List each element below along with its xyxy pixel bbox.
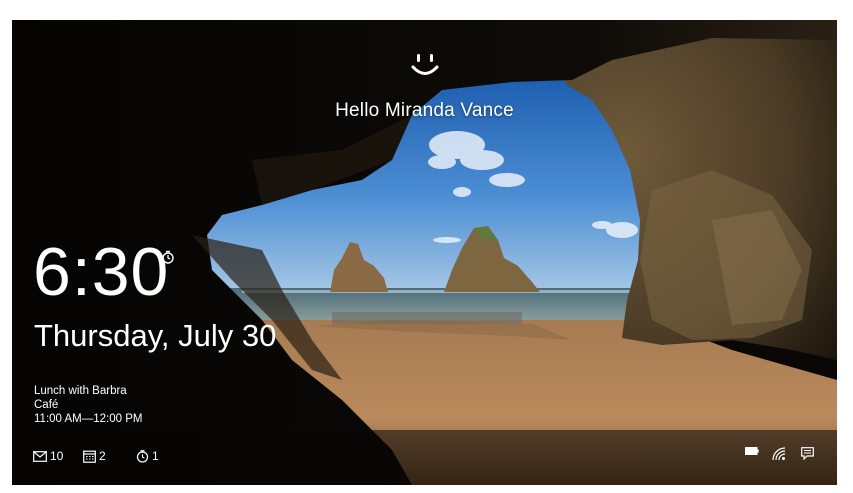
mail-count: 10 [50, 449, 64, 463]
calendar-icon [83, 450, 96, 463]
calendar-notification[interactable]: 2 [83, 448, 106, 464]
event-location: Café [34, 399, 59, 411]
clock: 6:30 [33, 238, 169, 306]
action-center[interactable] [801, 447, 814, 460]
clock-time: 6:30 [33, 234, 170, 310]
alarm-count: 1 [152, 449, 159, 463]
clock-date: Thursday, July 30 [34, 318, 277, 353]
event-time: 11:00 AM—12:00 PM [34, 413, 143, 425]
calendar-event[interactable]: Lunch with Barbra Café 11:00 AM—12:00 PM [34, 384, 142, 426]
greeting-text: Hello Miranda Vance [335, 100, 514, 121]
action-center-icon [801, 447, 814, 460]
wifi-icon [772, 447, 786, 461]
windows-hello-face-icon [411, 54, 439, 75]
battery-status[interactable] [745, 447, 759, 455]
battery-icon [745, 447, 759, 455]
event-title: Lunch with Barbra [34, 385, 127, 397]
mail-icon [33, 450, 47, 462]
alarm-icon [162, 250, 174, 264]
alarm-notification[interactable]: 1 [136, 448, 159, 464]
network-status[interactable] [772, 447, 786, 461]
lock-screen[interactable]: Hello Miranda Vance 6:30 Thursday, July … [12, 20, 837, 485]
mail-notification[interactable]: 10 [33, 448, 63, 464]
alarm-clock-icon [136, 449, 149, 463]
calendar-count: 2 [99, 449, 106, 463]
